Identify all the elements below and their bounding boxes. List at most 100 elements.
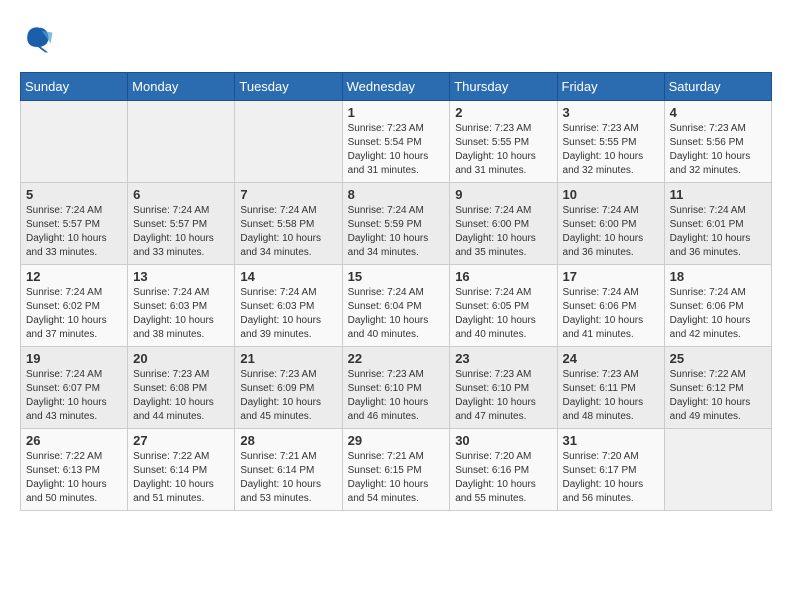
calendar-cell: 7 Sunrise: 7:24 AM Sunset: 5:58 PM Daylig… [235, 183, 342, 265]
day-info: Sunrise: 7:23 AM Sunset: 5:56 PM Dayligh… [670, 122, 766, 178]
day-number: 10 [563, 187, 659, 202]
calendar-week-row: 19 Sunrise: 7:24 AM Sunset: 6:07 PM Dayli… [21, 347, 772, 429]
calendar-cell: 8Sunrise: 7:24 AM Sunset: 5:59 PM Daylig… [342, 183, 450, 265]
day-info: Sunrise: 7:22 AM Sunset: 6:12 PM Dayligh… [670, 368, 766, 424]
calendar-cell: 30 Sunrise: 7:20 AM Sunset: 6:16 PM Dayli… [450, 429, 557, 511]
logo [20, 20, 62, 56]
day-number: 15 [348, 269, 445, 284]
calendar-cell [235, 101, 342, 183]
calendar-cell: 18 Sunrise: 7:24 AM Sunset: 6:06 PM Dayli… [664, 265, 771, 347]
weekday-header: Tuesday [235, 73, 342, 101]
calendar-week-row: 26 Sunrise: 7:22 AM Sunset: 6:13 PM Dayli… [21, 429, 772, 511]
day-info: Sunrise: 7:22 AM Sunset: 6:13 PM Dayligh… [26, 450, 122, 506]
day-number: 22 [348, 351, 445, 366]
day-number: 17 [563, 269, 659, 284]
day-info: Sunrise: 7:24 AM Sunset: 6:03 PM Dayligh… [240, 286, 336, 342]
weekday-header: Monday [128, 73, 235, 101]
day-info: Sunrise: 7:24 AM Sunset: 6:06 PM Dayligh… [670, 286, 766, 342]
calendar-cell: 10 Sunrise: 7:24 AM Sunset: 6:00 PM Dayli… [557, 183, 664, 265]
day-number: 20 [133, 351, 229, 366]
day-number: 28 [240, 433, 336, 448]
day-info: Sunrise: 7:24 AM Sunset: 6:06 PM Dayligh… [563, 286, 659, 342]
day-info: Sunrise: 7:20 AM Sunset: 6:16 PM Dayligh… [455, 450, 551, 506]
calendar-cell: 4Sunrise: 7:23 AM Sunset: 5:56 PM Daylig… [664, 101, 771, 183]
weekday-header: Saturday [664, 73, 771, 101]
calendar-cell: 27Sunrise: 7:22 AM Sunset: 6:14 PM Dayli… [128, 429, 235, 511]
calendar-cell: 28 Sunrise: 7:21 AM Sunset: 6:14 PM Dayli… [235, 429, 342, 511]
day-info: Sunrise: 7:23 AM Sunset: 6:10 PM Dayligh… [348, 368, 445, 424]
weekday-header: Friday [557, 73, 664, 101]
day-info: Sunrise: 7:23 AM Sunset: 5:55 PM Dayligh… [455, 122, 551, 178]
day-info: Sunrise: 7:24 AM Sunset: 6:00 PM Dayligh… [455, 204, 551, 260]
day-number: 30 [455, 433, 551, 448]
day-number: 21 [240, 351, 336, 366]
day-info: Sunrise: 7:24 AM Sunset: 5:57 PM Dayligh… [133, 204, 229, 260]
calendar-cell: 5 Sunrise: 7:24 AM Sunset: 5:57 PM Daylig… [21, 183, 128, 265]
day-number: 18 [670, 269, 766, 284]
day-info: Sunrise: 7:21 AM Sunset: 6:15 PM Dayligh… [348, 450, 445, 506]
day-info: Sunrise: 7:20 AM Sunset: 6:17 PM Dayligh… [563, 450, 659, 506]
calendar-cell: 1 Sunrise: 7:23 AM Sunset: 5:54 PM Daylig… [342, 101, 450, 183]
day-info: Sunrise: 7:23 AM Sunset: 6:10 PM Dayligh… [455, 368, 551, 424]
day-number: 23 [455, 351, 551, 366]
day-number: 5 [26, 187, 122, 202]
calendar-cell: 11 Sunrise: 7:24 AM Sunset: 6:01 PM Dayli… [664, 183, 771, 265]
calendar-cell: 12 Sunrise: 7:24 AM Sunset: 6:02 PM Dayli… [21, 265, 128, 347]
day-info: Sunrise: 7:24 AM Sunset: 6:00 PM Dayligh… [563, 204, 659, 260]
calendar-table: SundayMondayTuesdayWednesdayThursdayFrid… [20, 72, 772, 511]
day-info: Sunrise: 7:24 AM Sunset: 5:58 PM Dayligh… [240, 204, 336, 260]
calendar-cell: 25Sunrise: 7:22 AM Sunset: 6:12 PM Dayli… [664, 347, 771, 429]
calendar-cell: 19 Sunrise: 7:24 AM Sunset: 6:07 PM Dayli… [21, 347, 128, 429]
day-info: Sunrise: 7:24 AM Sunset: 6:04 PM Dayligh… [348, 286, 445, 342]
calendar-cell [128, 101, 235, 183]
day-info: Sunrise: 7:24 AM Sunset: 5:57 PM Dayligh… [26, 204, 122, 260]
day-number: 19 [26, 351, 122, 366]
calendar-week-row: 1 Sunrise: 7:23 AM Sunset: 5:54 PM Daylig… [21, 101, 772, 183]
day-info: Sunrise: 7:24 AM Sunset: 6:03 PM Dayligh… [133, 286, 229, 342]
calendar-cell: 15 Sunrise: 7:24 AM Sunset: 6:04 PM Dayli… [342, 265, 450, 347]
day-info: Sunrise: 7:23 AM Sunset: 5:54 PM Dayligh… [348, 122, 445, 178]
calendar-cell: 3Sunrise: 7:23 AM Sunset: 5:55 PM Daylig… [557, 101, 664, 183]
day-number: 29 [348, 433, 445, 448]
calendar-cell: 13Sunrise: 7:24 AM Sunset: 6:03 PM Dayli… [128, 265, 235, 347]
day-number: 6 [133, 187, 229, 202]
day-info: Sunrise: 7:23 AM Sunset: 6:09 PM Dayligh… [240, 368, 336, 424]
calendar-cell: 16 Sunrise: 7:24 AM Sunset: 6:05 PM Dayli… [450, 265, 557, 347]
calendar-cell [664, 429, 771, 511]
calendar-cell: 20 Sunrise: 7:23 AM Sunset: 6:08 PM Dayli… [128, 347, 235, 429]
page-header [20, 20, 772, 56]
day-number: 12 [26, 269, 122, 284]
calendar-cell: 23 Sunrise: 7:23 AM Sunset: 6:10 PM Dayli… [450, 347, 557, 429]
day-number: 27 [133, 433, 229, 448]
day-number: 2 [455, 105, 551, 120]
calendar-week-row: 12 Sunrise: 7:24 AM Sunset: 6:02 PM Dayli… [21, 265, 772, 347]
calendar-cell: 22 Sunrise: 7:23 AM Sunset: 6:10 PM Dayli… [342, 347, 450, 429]
day-number: 16 [455, 269, 551, 284]
day-number: 14 [240, 269, 336, 284]
day-number: 9 [455, 187, 551, 202]
day-info: Sunrise: 7:24 AM Sunset: 6:01 PM Dayligh… [670, 204, 766, 260]
day-number: 1 [348, 105, 445, 120]
day-info: Sunrise: 7:23 AM Sunset: 6:08 PM Dayligh… [133, 368, 229, 424]
day-number: 31 [563, 433, 659, 448]
day-info: Sunrise: 7:24 AM Sunset: 6:07 PM Dayligh… [26, 368, 122, 424]
logo-icon [20, 20, 56, 56]
weekday-header-row: SundayMondayTuesdayWednesdayThursdayFrid… [21, 73, 772, 101]
calendar-cell: 2 Sunrise: 7:23 AM Sunset: 5:55 PM Daylig… [450, 101, 557, 183]
day-info: Sunrise: 7:24 AM Sunset: 6:02 PM Dayligh… [26, 286, 122, 342]
calendar-week-row: 5 Sunrise: 7:24 AM Sunset: 5:57 PM Daylig… [21, 183, 772, 265]
weekday-header: Wednesday [342, 73, 450, 101]
day-info: Sunrise: 7:24 AM Sunset: 6:05 PM Dayligh… [455, 286, 551, 342]
day-info: Sunrise: 7:21 AM Sunset: 6:14 PM Dayligh… [240, 450, 336, 506]
calendar-cell: 21 Sunrise: 7:23 AM Sunset: 6:09 PM Dayli… [235, 347, 342, 429]
calendar-cell: 14 Sunrise: 7:24 AM Sunset: 6:03 PM Dayli… [235, 265, 342, 347]
calendar-cell [21, 101, 128, 183]
day-number: 26 [26, 433, 122, 448]
calendar-cell: 17 Sunrise: 7:24 AM Sunset: 6:06 PM Dayli… [557, 265, 664, 347]
day-number: 11 [670, 187, 766, 202]
calendar-cell: 26 Sunrise: 7:22 AM Sunset: 6:13 PM Dayli… [21, 429, 128, 511]
calendar-cell: 29 Sunrise: 7:21 AM Sunset: 6:15 PM Dayli… [342, 429, 450, 511]
day-number: 7 [240, 187, 336, 202]
calendar-cell: 6 Sunrise: 7:24 AM Sunset: 5:57 PM Daylig… [128, 183, 235, 265]
weekday-header: Sunday [21, 73, 128, 101]
